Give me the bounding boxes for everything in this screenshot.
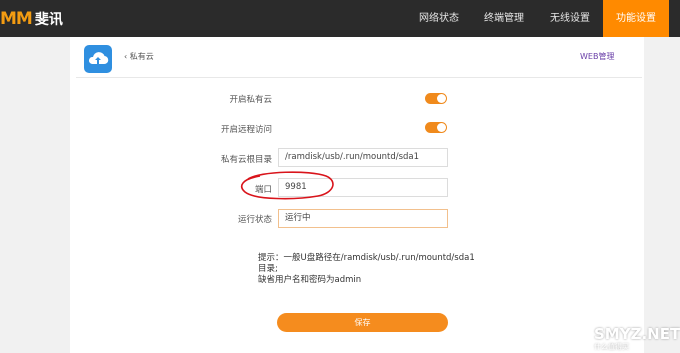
red-annotation-circle [241,171,334,200]
watermark-text: SMYZ.NET [594,325,680,343]
watermark-subtext: 什么值得买 [594,343,629,351]
